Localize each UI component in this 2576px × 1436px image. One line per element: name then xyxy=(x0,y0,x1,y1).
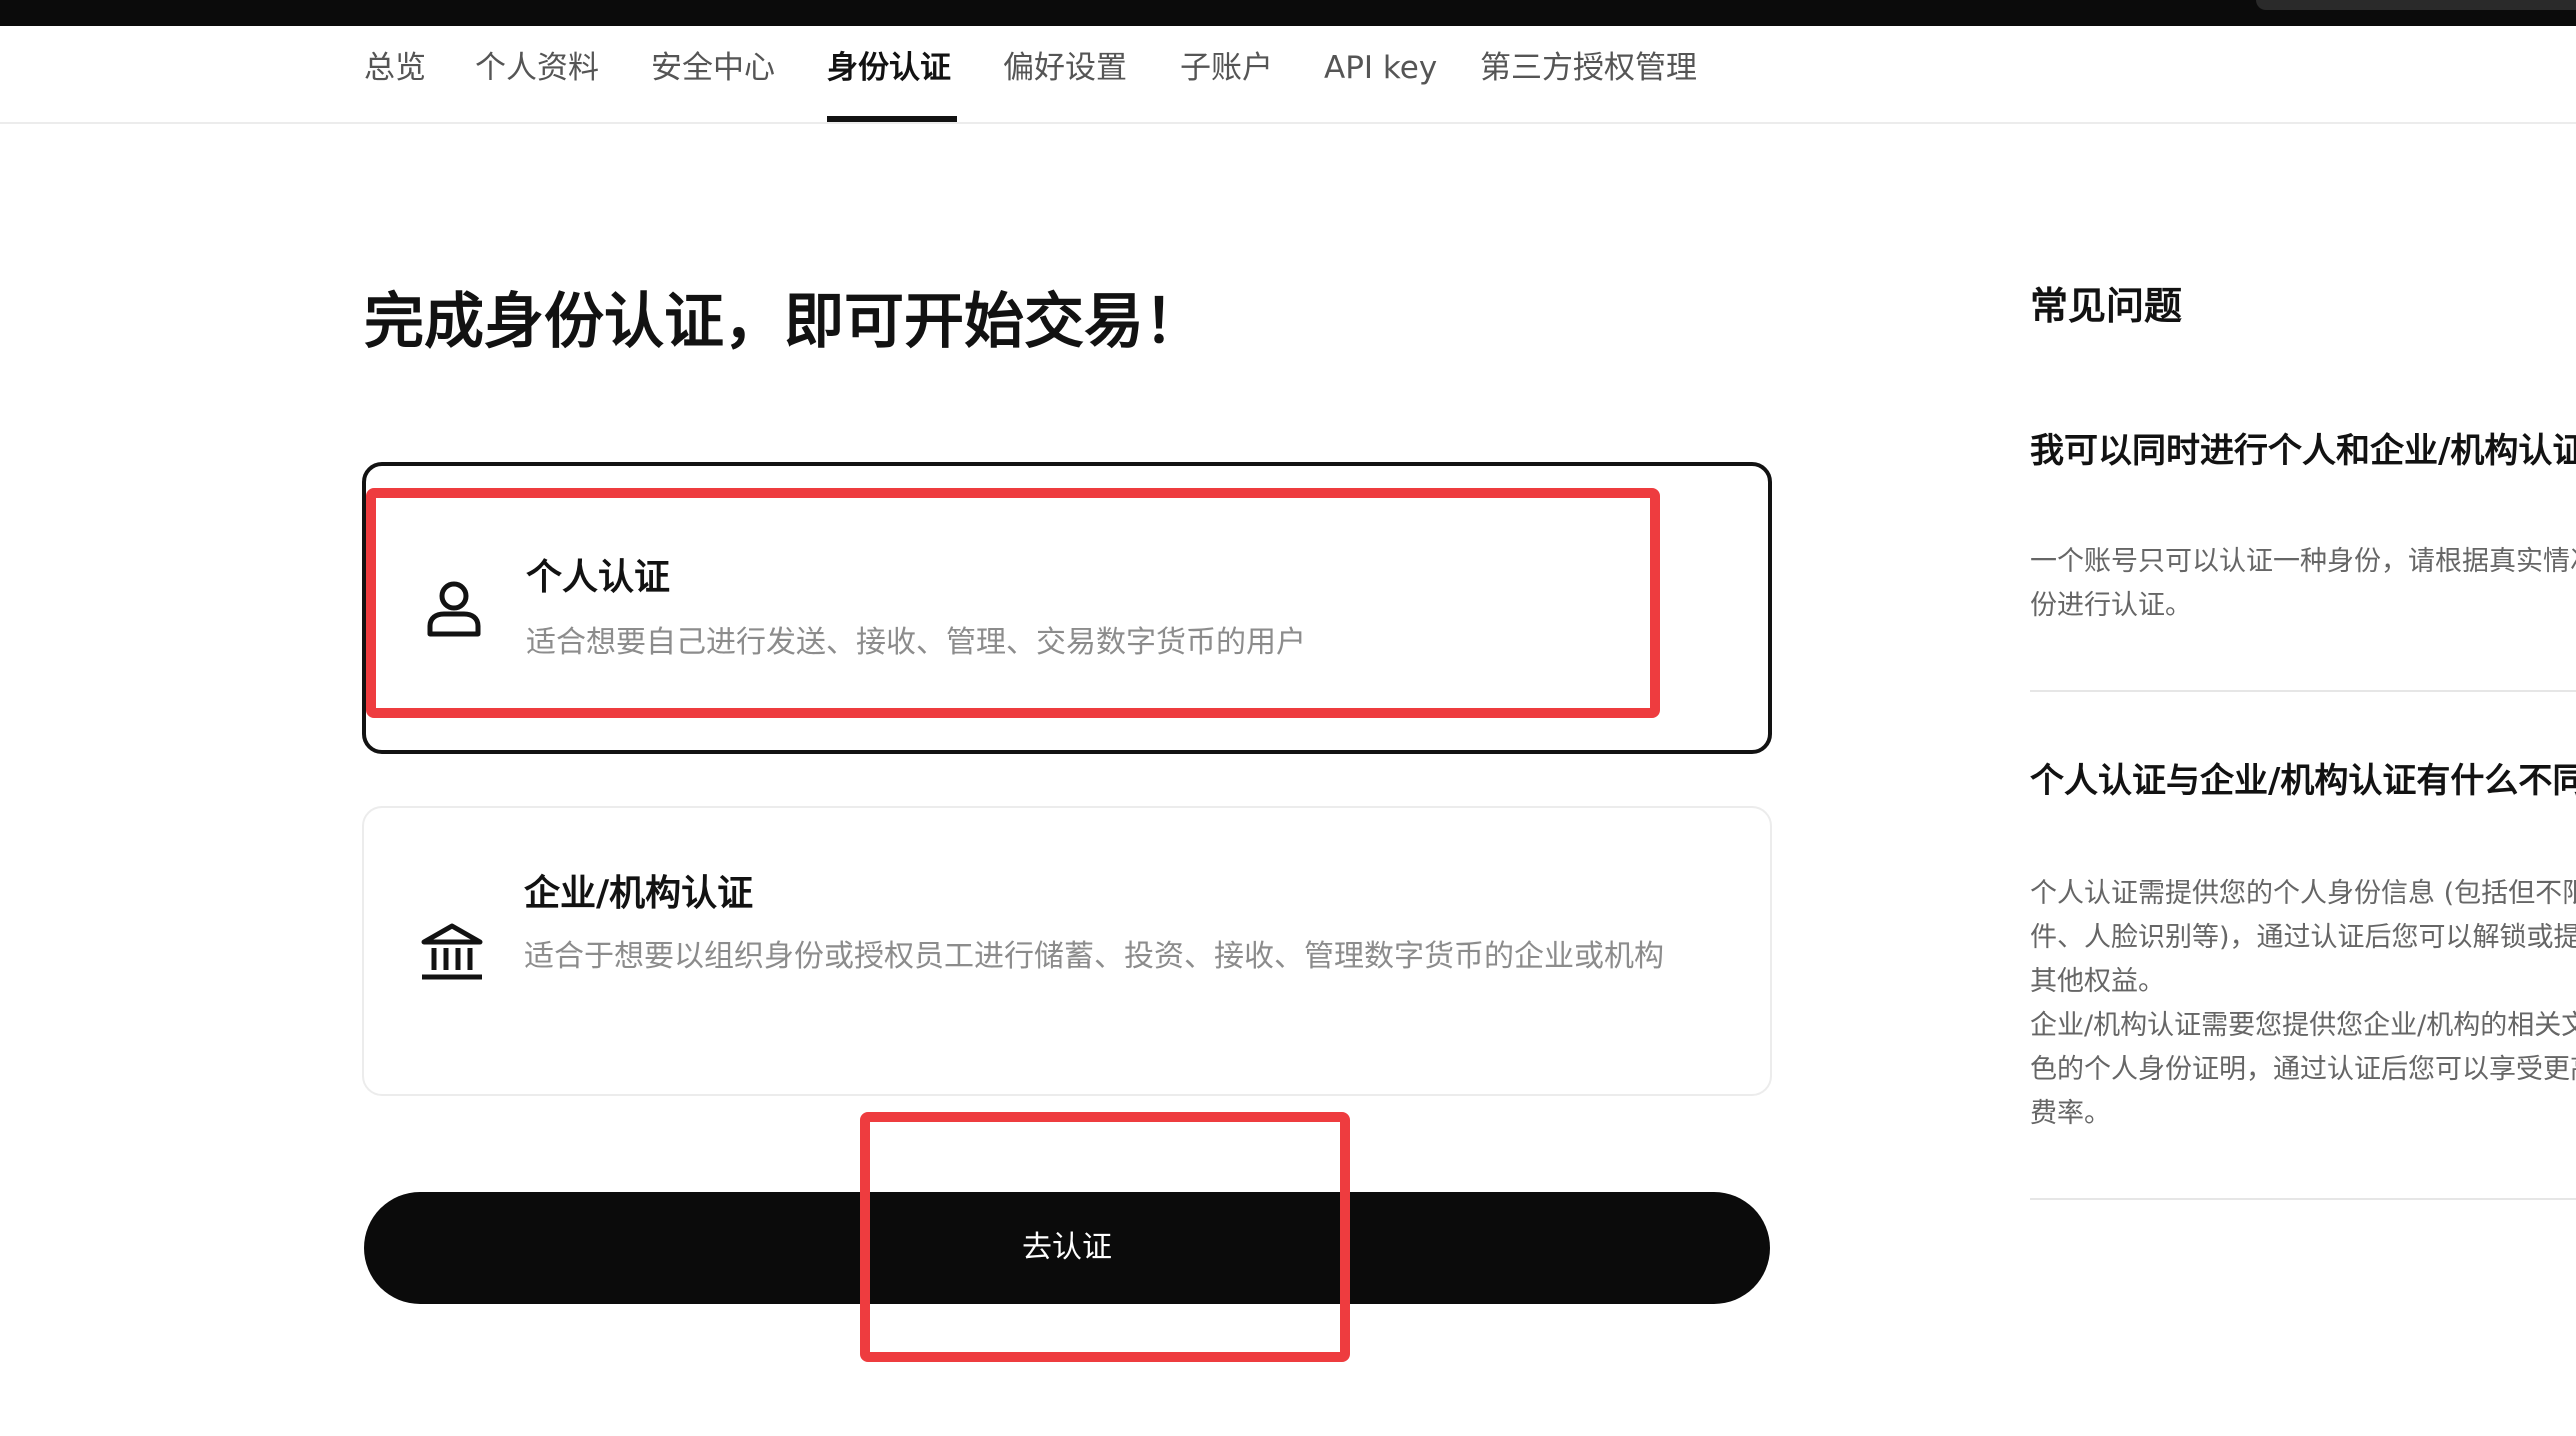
window-top-bar-corner xyxy=(2256,0,2576,10)
faq-answer-1-line-1: 一个账号只可以认证一种身份，请根据真实情况选择合适的身 xyxy=(2030,546,2576,577)
faq-title: 常见问题 xyxy=(2030,284,2183,328)
window-top-bar xyxy=(0,0,2576,26)
organization-verification-title: 企业/机构认证 xyxy=(524,873,754,914)
start-verification-button[interactable]: 去认证 xyxy=(364,1192,1770,1304)
user-icon xyxy=(427,581,481,637)
faq-answer-2-line-5: 色的个人身份证明，通过认证后您可以享受更高的额度和更低 xyxy=(2030,1054,2576,1085)
faq-panel: 常见问题 我可以同时进行个人和企业/机构认证吗？ 一个账号只可以认证一种身份，请… xyxy=(2030,270,2576,1270)
tab-third-party-authorization[interactable]: 第三方授权管理 xyxy=(1480,48,1697,88)
personal-verification-option[interactable]: 个人认证 适合想要自己进行发送、接收、管理、交易数字货币的用户 xyxy=(362,462,1772,754)
tab-sub-accounts[interactable]: 子账户 xyxy=(1180,48,1273,88)
faq-answer-2-line-2: 件、人脸识别等)，通过认证后您可以解锁或提升交易额度等 xyxy=(2030,922,2576,953)
active-tab-indicator xyxy=(827,116,957,122)
tab-preferences[interactable]: 偏好设置 xyxy=(1003,48,1127,88)
faq-answer-2-line-1: 个人认证需提供您的个人身份信息 (包括但不限于身份证明文 xyxy=(2030,878,2576,909)
faq-answer-2-line-3: 其他权益。 xyxy=(2030,966,2165,997)
faq-question-1[interactable]: 我可以同时进行个人和企业/机构认证吗？ xyxy=(2030,428,2576,474)
faq-divider xyxy=(2030,1198,2576,1200)
personal-verification-title: 个人认证 xyxy=(526,557,671,598)
tab-security[interactable]: 安全中心 xyxy=(651,48,775,88)
faq-question-2[interactable]: 个人认证与企业/机构认证有什么不同？ xyxy=(2030,758,2576,804)
tab-identity-verification[interactable]: 身份认证 xyxy=(827,48,951,88)
personal-verification-description: 适合想要自己进行发送、接收、管理、交易数字货币的用户 xyxy=(526,625,1306,660)
account-nav: 总览 个人资料 安全中心 身份认证 偏好设置 子账户 API key 第三方授权… xyxy=(0,26,2576,124)
organization-verification-option[interactable]: 企业/机构认证 适合于想要以组织身份或授权员工进行储蓄、投资、接收、管理数字货币… xyxy=(362,806,1772,1096)
tab-api-key[interactable]: API key xyxy=(1324,48,1437,88)
faq-answer-2-line-6: 费率。 xyxy=(2030,1098,2111,1129)
faq-answer-1-line-2: 份进行认证。 xyxy=(2030,590,2192,621)
tab-profile[interactable]: 个人资料 xyxy=(475,48,599,88)
faq-answer-2-line-4: 企业/机构认证需要您提供您企业/机构的相关文件及关键角 xyxy=(2030,1010,2576,1041)
organization-verification-description: 适合于想要以组织身份或授权员工进行储蓄、投资、接收、管理数字货币的企业或机构 xyxy=(524,939,1664,974)
page-title: 完成身份认证，即可开始交易！ xyxy=(364,287,1204,357)
faq-divider xyxy=(2030,690,2576,692)
tab-overview[interactable]: 总览 xyxy=(364,48,426,88)
bank-icon xyxy=(421,923,483,980)
